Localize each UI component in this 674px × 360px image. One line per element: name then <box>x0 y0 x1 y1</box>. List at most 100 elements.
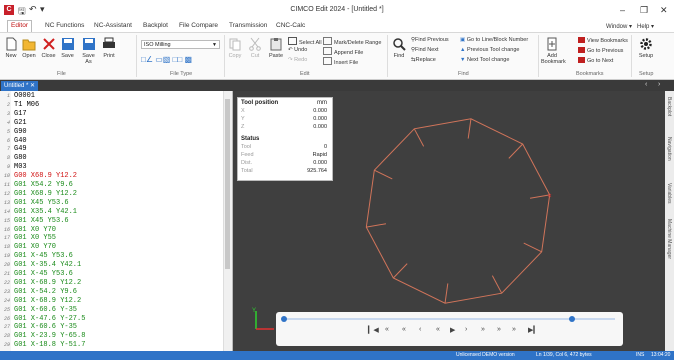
step-forward-fast-icon[interactable]: » <box>497 326 501 333</box>
code-line[interactable]: 23 G01 X-54.2 Y9.6 <box>0 288 222 297</box>
tab-nc-assistant[interactable]: NC-Assistant <box>94 22 132 29</box>
redo-button[interactable]: ↷ Redo <box>288 57 307 63</box>
step-back-icon[interactable]: « <box>402 326 406 333</box>
sidebar-tab-machine-manager[interactable]: Machine Manager <box>666 219 672 259</box>
open-button[interactable]: Open <box>21 37 37 59</box>
code-line[interactable]: 7 G49 <box>0 145 222 154</box>
view-bookmarks-button[interactable]: View Bookmarks <box>578 37 628 44</box>
fast-forward-icon[interactable]: » <box>512 326 516 333</box>
add-bookmark-button[interactable]: Add Bookmark <box>541 37 566 65</box>
code-line[interactable]: 6 G40 <box>0 137 222 146</box>
help-menu[interactable]: Help ▾ <box>637 23 654 30</box>
goto-previous-bookmark-button[interactable]: Go to Previous <box>578 47 623 54</box>
code-line[interactable]: 26 G01 X-47.6 Y-27.5 <box>0 315 222 324</box>
progress-track[interactable] <box>284 318 615 320</box>
reverse-icon[interactable]: « <box>436 326 440 333</box>
step-back-small-icon[interactable]: ‹ <box>419 326 421 333</box>
code-line[interactable]: 19 G01 X-45 Y53.6 <box>0 252 222 261</box>
sidebar-tab-backplot[interactable]: Backplot <box>666 97 672 116</box>
select-all-button[interactable]: Select All <box>288 37 322 46</box>
previous-tool-change-button[interactable]: ▲ Previous Tool change <box>460 47 519 53</box>
code-line[interactable]: 13 G01 X45 Y53.6 <box>0 199 222 208</box>
new-button[interactable]: New <box>3 37 19 59</box>
paste-button[interactable]: Paste <box>268 37 284 59</box>
close-button[interactable]: Close <box>40 37 57 59</box>
code-line[interactable]: 22 G01 X-68.9 Y12.2 <box>0 279 222 288</box>
code-line[interactable]: 21 G01 X-45 Y53.6 <box>0 270 222 279</box>
code-line[interactable]: 12 G01 X68.9 Y12.2 <box>0 190 222 199</box>
print-button[interactable]: Print <box>100 37 118 59</box>
step-forward-icon[interactable]: » <box>481 326 485 333</box>
skip-end-icon[interactable]: ▶▎ <box>528 326 539 334</box>
replace-button[interactable]: ⇆Replace <box>411 57 436 63</box>
code-editor[interactable]: 1 O0001 2 T1 M06 3 G17 4 G21 5 G90 6 G40 7 G49 8 G80 9 M0… <box>0 91 233 351</box>
cut-button[interactable]: Cut <box>248 37 262 59</box>
tab-file-compare[interactable]: File Compare <box>179 22 218 29</box>
step-back-fast-icon[interactable]: « <box>385 326 389 333</box>
tab-scroll-left-icon[interactable]: ‹ <box>645 81 647 88</box>
code-line[interactable]: 15 G01 X45 Y53.6 <box>0 217 222 226</box>
code-line[interactable]: 2 T1 M06 <box>0 101 222 110</box>
insert-file-button[interactable]: Insert File <box>323 57 358 66</box>
minimize-icon[interactable]: – <box>620 5 625 15</box>
save-button[interactable]: Save <box>59 37 76 59</box>
code-line[interactable]: 8 G80 <box>0 154 222 163</box>
line-number: 22 <box>3 279 10 286</box>
setup-button[interactable]: Setup <box>636 37 656 59</box>
gear-icon <box>640 38 652 50</box>
editor-scrollbar[interactable] <box>223 91 232 351</box>
sidebar-tab-navigation[interactable]: Navigation <box>666 137 672 161</box>
code-line[interactable]: 16 G01 X0 Y70 <box>0 226 222 235</box>
tab-editor[interactable]: Editor <box>7 20 32 32</box>
code-line[interactable]: 9 M03 <box>0 163 222 172</box>
goto-next-bookmark-button[interactable]: Go to Next <box>578 57 613 64</box>
search-icon <box>393 38 406 51</box>
save-as-button[interactable]: Save As <box>79 37 98 65</box>
code-line[interactable]: 28 G01 X-23.9 Y-65.8 <box>0 332 222 341</box>
append-file-button[interactable]: Append File <box>323 47 363 56</box>
code-line[interactable]: 4 G21 <box>0 119 222 128</box>
code-line[interactable]: 25 G01 X-60.6 Y-35 <box>0 306 222 315</box>
progress-end-handle[interactable] <box>568 316 575 322</box>
code-line[interactable]: 3 G17 <box>0 110 222 119</box>
code-line[interactable]: 14 G01 X35.4 Y42.1 <box>0 208 222 217</box>
skip-start-icon[interactable]: ▎◀ <box>368 326 379 334</box>
code-line[interactable]: 18 G01 X0 Y70 <box>0 243 222 252</box>
code-line[interactable]: 29 G01 X-18.8 Y-51.7 <box>0 341 222 350</box>
line-number: 2 <box>6 101 10 108</box>
goto-line-button[interactable]: ▣ Go to Line/Block Number <box>460 37 528 43</box>
tab-transmission[interactable]: Transmission <box>229 22 267 29</box>
next-tool-change-button[interactable]: ▼ Next Tool change <box>460 57 509 63</box>
step-forward-small-icon[interactable]: › <box>465 326 467 333</box>
code-line[interactable]: 10 G00 X68.9 Y12.2 <box>0 172 222 181</box>
tab-scroll-right-icon[interactable]: › <box>658 81 660 88</box>
code-line[interactable]: 20 G01 X-35.4 Y42.1 <box>0 261 222 270</box>
progress-start-handle[interactable] <box>281 316 287 322</box>
code-line[interactable]: 11 G01 X54.2 Y9.6 <box>0 181 222 190</box>
window-menu[interactable]: Window ▾ <box>606 23 632 30</box>
tab-cnc-calc[interactable]: CNC-Calc <box>276 22 305 29</box>
close-window-icon[interactable]: ✕ <box>660 5 668 16</box>
tab-backplot[interactable]: Backplot <box>143 22 168 29</box>
sidebar-tab-variables[interactable]: Variables <box>666 183 672 203</box>
copy-button[interactable]: Copy <box>227 37 243 59</box>
scrollbar-thumb[interactable] <box>225 99 230 269</box>
code-line[interactable]: 5 G90 <box>0 128 222 137</box>
find-button[interactable]: Find <box>391 37 407 59</box>
code-line[interactable]: 27 G01 X-60.6 Y-35 <box>0 323 222 332</box>
right-sidebar: Backplot Navigation Variables Machine Ma… <box>665 91 674 351</box>
code-line[interactable]: 24 G01 X-68.9 Y12.2 <box>0 297 222 306</box>
find-previous-button[interactable]: ⚲Find Previous <box>411 37 449 43</box>
document-tab[interactable]: Untitled * ✕ <box>1 81 39 91</box>
play-icon[interactable]: ▶ <box>450 326 455 334</box>
code-line[interactable]: 1 O0001 <box>0 92 222 101</box>
maximize-icon[interactable]: ❐ <box>640 5 648 16</box>
file-type-tools[interactable]: □∠ ▭▧ □□ ▩ <box>141 55 192 64</box>
undo-button[interactable]: ↶ Undo <box>288 47 307 53</box>
find-next-button[interactable]: ⚲Find Next <box>411 47 439 53</box>
tab-nc-functions[interactable]: NC Functions <box>45 22 84 29</box>
file-type-select[interactable]: ISO Milling ▼ <box>141 40 220 49</box>
code-line[interactable]: 17 G01 X0 Y55 <box>0 234 222 243</box>
close-tab-icon[interactable]: ✕ <box>30 83 35 89</box>
mark-delete-range-button[interactable]: Mark/Delete Range <box>323 37 381 46</box>
